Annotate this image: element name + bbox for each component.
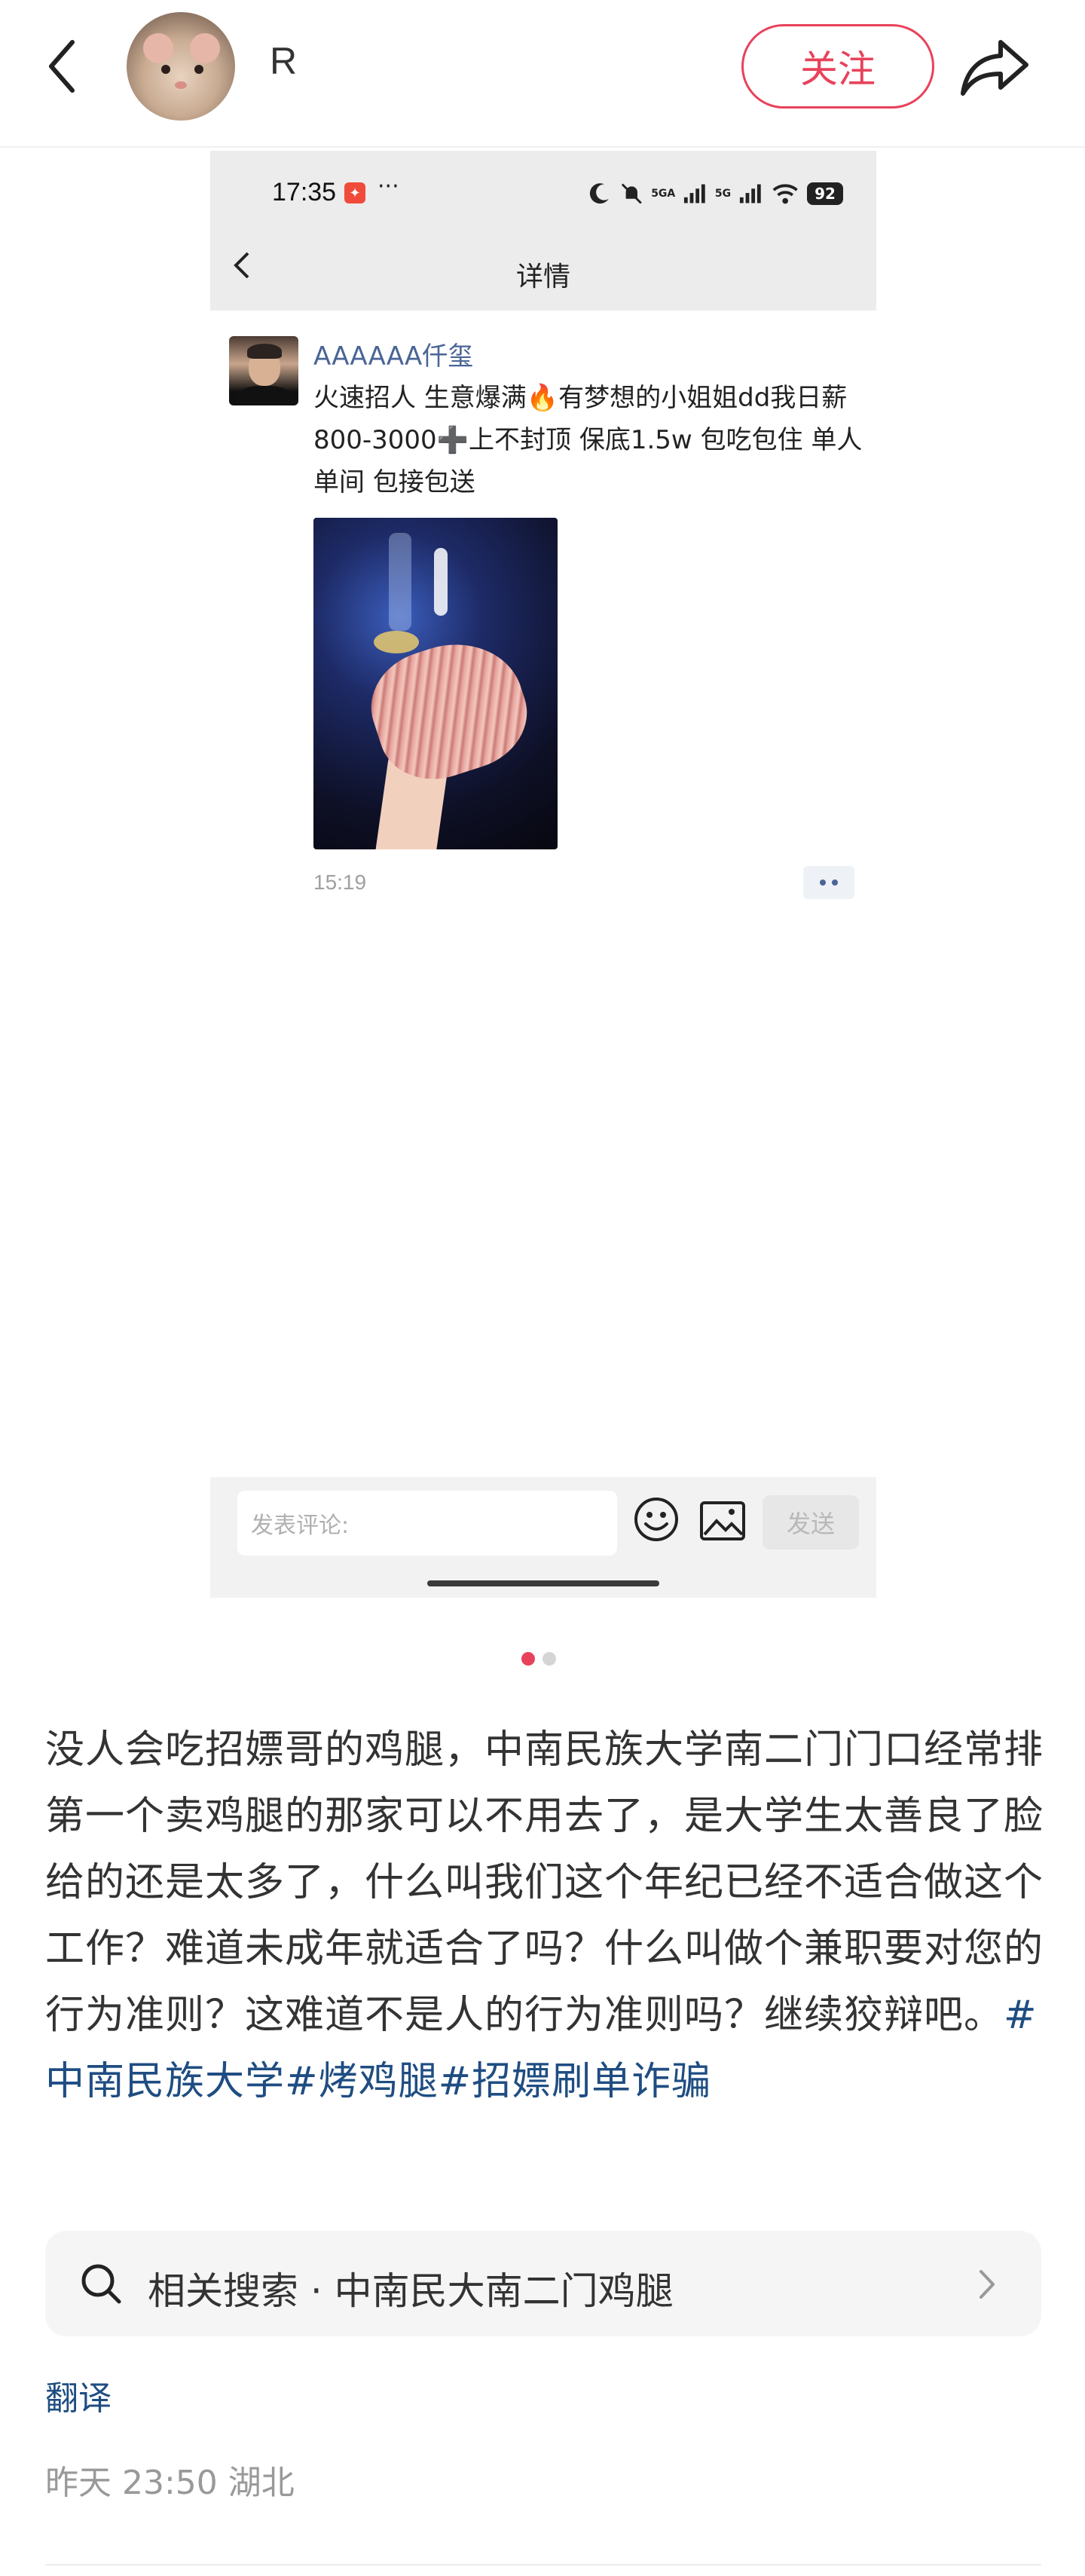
avatar-eye-right [194,65,203,74]
top-bar: R 关注 [0,0,1085,148]
avatar-nose [175,81,187,89]
embedded-status-dots: ··· [377,173,399,200]
embedded-post-time: 15:19 [313,870,367,894]
username[interactable]: R [270,39,297,83]
embedded-send-button: 发送 [763,1495,859,1550]
wifi-icon [772,184,798,204]
signal-icon [684,184,705,203]
image-icon [700,1501,745,1540]
avatar-ear-left [143,33,173,63]
avatar-body [237,386,292,405]
avatar-ear-right [190,33,220,63]
embedded-home-indicator [427,1580,659,1586]
chevron-left-icon [49,40,75,93]
app-badge-icon: ✦ [344,182,365,203]
pager-dot-1[interactable] [521,1652,535,1666]
avatar[interactable] [127,12,235,121]
hashtag-link[interactable]: #烤鸡腿 [285,2059,439,2104]
related-search[interactable]: 相关搜索 · 中南民大南二门鸡腿 [45,2231,1041,2336]
photo-bottle [389,533,411,631]
follow-button[interactable]: 关注 [741,24,934,109]
embedded-more-button [803,866,854,899]
related-search-label: 相关搜索 · 中南民大南二门鸡腿 [148,2269,674,2313]
caption-text: 没人会吃招嫖哥的鸡腿，中南民族大学南二门门口经常排第一个卖鸡腿的那家可以不用去了… [45,1727,1044,2038]
avatar-hair [247,344,282,359]
embedded-author-avatar [229,336,298,405]
photo-light-2 [374,631,419,653]
post-image[interactable]: 17:35 ✦ ··· 5GA 5G 92 详情 AAAAAA仟玺 火速招人 生… [210,151,876,1598]
embedded-author-name: AAAAAA仟玺 [313,341,474,372]
share-icon [961,40,1028,96]
embedded-comment-bar: 发表评论: 发送 [210,1477,876,1598]
signal-label-1: 5GA [651,188,676,200]
back-button[interactable] [38,36,86,96]
image-pager[interactable] [521,1652,556,1666]
emoji-icon [634,1498,678,1541]
share-button[interactable] [957,30,1032,106]
post-caption: 没人会吃招嫖哥的鸡腿，中南民族大学南二门门口经常排第一个卖鸡腿的那家可以不用去了… [45,1717,1047,2115]
embedded-page-title: 详情 [515,262,570,292]
post-meta: 昨天 23:50 湖北 [45,2464,295,2502]
chevron-right-icon [980,2270,995,2299]
embedded-status-icons: 5GA 5G 92 [587,175,843,213]
avatar-eye-left [161,65,170,74]
translate-link[interactable]: 翻译 [45,2371,112,2419]
embedded-post-text: 火速招人 生意爆满🔥有梦想的小姐姐dd我日薪800-3000➕上不封顶 保底1.… [313,383,863,497]
search-icon [81,2264,121,2304]
divider [45,2564,1041,2565]
signal-label-2: 5G [714,188,732,200]
pager-dot-2[interactable] [542,1652,556,1666]
moon-icon [589,183,609,204]
embedded-post-photo [313,518,558,849]
embedded-status-time: 17:35 [272,178,337,207]
embedded-comment-input: 发表评论: [237,1491,617,1556]
signal-icon-2 [740,184,761,203]
bell-muted-icon [621,183,642,204]
embedded-status-bar: 17:35 ✦ ··· 5GA 5G 92 详情 [210,151,876,311]
hashtag-link[interactable]: #招嫖刷单诈骗 [439,2059,712,2104]
battery-icon: 92 [807,182,843,205]
photo-light [434,548,448,616]
